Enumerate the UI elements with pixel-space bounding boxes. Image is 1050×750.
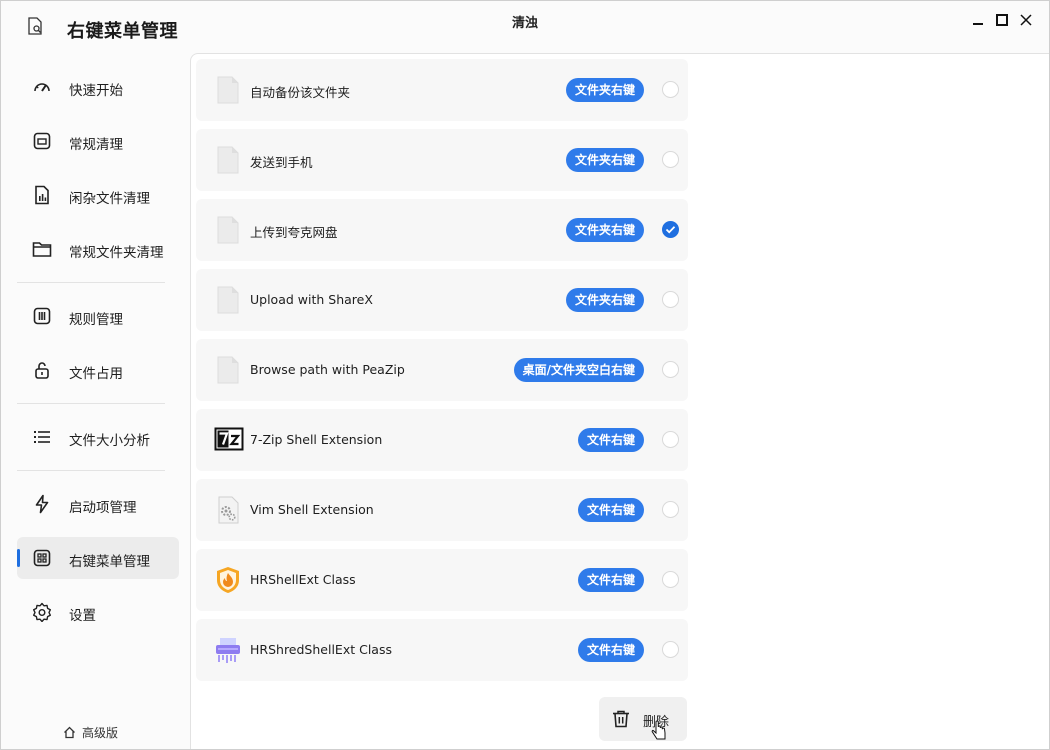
checkmark-icon — [665, 226, 676, 234]
entry-name: 7-Zip Shell Extension — [250, 432, 383, 447]
minimize-button[interactable] — [969, 11, 987, 29]
file-chart-icon — [32, 185, 52, 205]
sidebar-item-misc-file-cleanup[interactable]: 闲杂文件清理 — [17, 174, 179, 216]
entry-checkbox[interactable] — [662, 291, 679, 308]
shield-flame-icon — [214, 566, 242, 594]
list-icon — [32, 427, 52, 447]
list-item[interactable]: HRShellExt Class 文件右键 — [196, 549, 688, 611]
entry-checkbox-checked[interactable] — [662, 221, 679, 238]
window-title: 清浊 — [511, 16, 538, 31]
premium-label: 高级版 — [82, 726, 119, 740]
sidebar-item-startup[interactable]: 启动项管理 — [17, 483, 179, 525]
sidebar-divider — [17, 470, 165, 471]
entry-type-badge: 文件夹右键 — [565, 218, 644, 242]
blank-file-icon — [214, 146, 242, 174]
list-item[interactable]: 上传到夸克网盘 文件夹右键 — [196, 199, 688, 261]
sidebar-item-label: 快速开始 — [69, 83, 123, 99]
list-item[interactable]: HRShredShellExt Class 文件右键 — [196, 619, 688, 681]
entry-type-badge: 文件右键 — [577, 568, 644, 592]
delete-button[interactable]: 删除 — [599, 697, 687, 741]
list-item[interactable]: Browse path with PeaZip 桌面/文件夹空白右键 — [196, 339, 688, 401]
sidebar-divider — [17, 282, 165, 283]
sidebar-item-label: 设置 — [69, 608, 96, 624]
entry-name: 发送到手机 — [250, 155, 313, 170]
rules-icon — [32, 306, 52, 326]
blank-file-icon — [214, 76, 242, 104]
entry-name: Browse path with PeaZip — [250, 362, 405, 377]
sidebar-item-label: 常规清理 — [69, 137, 123, 153]
unlock-icon — [32, 360, 52, 380]
entry-checkbox[interactable] — [662, 81, 679, 98]
sidebar-nav: 快速开始 常规清理 闲杂文件清理 常规文件夹清理 规则管理 文件占用 文件大小分… — [1, 53, 191, 749]
sidebar-item-size-analysis[interactable]: 文件大小分析 — [17, 416, 179, 458]
entry-type-badge: 文件右键 — [577, 498, 644, 522]
sidebar-item-label: 闲杂文件清理 — [69, 191, 150, 207]
sidebar-item-settings[interactable]: 设置 — [17, 591, 179, 633]
entry-name: HRShredShellExt Class — [250, 642, 392, 657]
sidebar-item-file-lock[interactable]: 文件占用 — [17, 349, 179, 391]
sidebar-item-quick-start[interactable]: 快速开始 — [17, 66, 179, 108]
sidebar-item-context-menu[interactable]: 右键菜单管理 — [17, 537, 179, 579]
home-icon — [64, 726, 75, 739]
entry-name: HRShellExt Class — [250, 572, 356, 587]
entry-checkbox[interactable] — [662, 361, 679, 378]
entry-type-badge: 文件夹右键 — [565, 288, 644, 312]
entry-name: Vim Shell Extension — [250, 502, 374, 517]
entry-type-badge: 文件夹右键 — [565, 78, 644, 102]
delete-label: 删除 — [643, 715, 670, 730]
cleanup-icon — [32, 131, 52, 151]
folder-icon — [32, 239, 52, 259]
sidebar-item-folder-cleanup[interactable]: 常规文件夹清理 — [17, 228, 179, 270]
blank-file-icon — [214, 356, 242, 384]
minimize-icon — [973, 23, 983, 25]
entry-type-badge: 文件右键 — [577, 638, 644, 662]
shredder-icon — [214, 636, 242, 664]
sidebar-item-label: 文件大小分析 — [69, 433, 150, 449]
sidebar-item-label: 常规文件夹清理 — [69, 245, 164, 261]
gear-icon — [32, 602, 52, 623]
grid-icon — [32, 548, 52, 568]
blank-file-icon — [214, 286, 242, 314]
lightning-icon — [32, 494, 52, 514]
blank-file-icon — [214, 216, 242, 244]
premium-link[interactable]: 高级版 — [63, 724, 118, 741]
close-icon — [1020, 14, 1032, 26]
list-item[interactable]: 7-Zip Shell Extension 文件右键 — [196, 409, 688, 471]
entry-checkbox[interactable] — [662, 641, 679, 658]
maximize-icon — [996, 14, 1008, 26]
gear-file-icon — [214, 496, 242, 524]
entry-checkbox[interactable] — [662, 501, 679, 518]
entry-type-badge: 文件右键 — [577, 428, 644, 452]
trash-icon — [611, 709, 631, 729]
list-item[interactable]: 发送到手机 文件夹右键 — [196, 129, 688, 191]
entry-checkbox[interactable] — [662, 571, 679, 588]
sidebar-divider — [17, 403, 165, 404]
entry-name: 上传到夸克网盘 — [250, 225, 338, 240]
title-bar: 右键菜单管理 清浊 — [1, 1, 1049, 42]
maximize-button[interactable] — [993, 11, 1011, 29]
list-item[interactable]: Upload with ShareX 文件夹右键 — [196, 269, 688, 331]
list-item[interactable]: 自动备份该文件夹 文件夹右键 — [196, 59, 688, 121]
entry-type-badge: 桌面/文件夹空白右键 — [513, 358, 644, 382]
sidebar-item-label: 文件占用 — [69, 366, 123, 382]
sidebar-item-general-cleanup[interactable]: 常规清理 — [17, 120, 179, 162]
sidebar-item-label: 启动项管理 — [69, 500, 137, 516]
gauge-icon — [32, 77, 52, 97]
entry-name: Upload with ShareX — [250, 292, 373, 307]
entry-checkbox[interactable] — [662, 431, 679, 448]
sidebar-item-label: 右键菜单管理 — [69, 554, 150, 570]
close-button[interactable] — [1017, 11, 1035, 29]
context-menu-list-panel: 自动备份该文件夹 文件夹右键 发送到手机 文件夹右键 上传到夸克网盘 文件夹右键… — [190, 53, 1049, 749]
7zip-icon — [214, 426, 244, 454]
sidebar-item-rules[interactable]: 规则管理 — [17, 295, 179, 337]
sidebar-item-label: 规则管理 — [69, 312, 123, 328]
window-controls — [969, 11, 1035, 29]
entry-checkbox[interactable] — [662, 151, 679, 168]
entry-name: 自动备份该文件夹 — [250, 85, 351, 100]
list-item[interactable]: Vim Shell Extension 文件右键 — [196, 479, 688, 541]
entry-type-badge: 文件夹右键 — [565, 148, 644, 172]
app-window: 右键菜单管理 清浊 快速开始 常规清理 闲杂文件清理 常规文件夹清理 规则管理 … — [0, 0, 1050, 750]
